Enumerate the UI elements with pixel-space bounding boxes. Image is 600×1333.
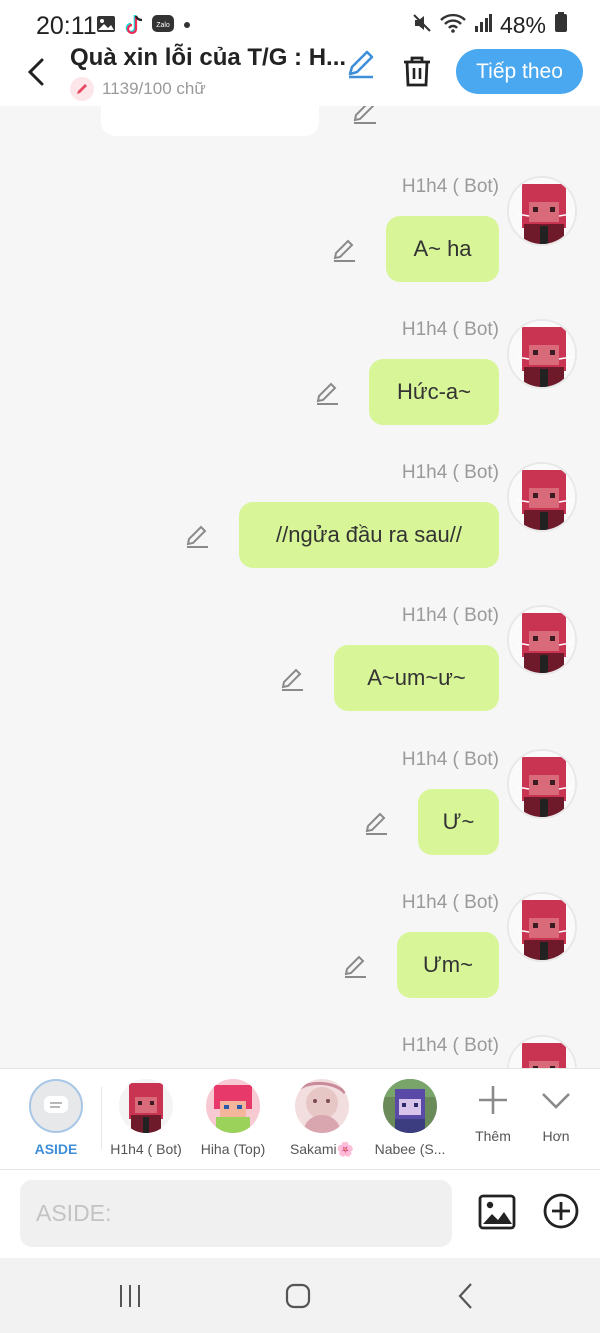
character-name: Nabee (S... [374, 1141, 446, 1157]
system-nav-bar [0, 1258, 600, 1333]
home-button[interactable] [278, 1278, 318, 1314]
add-character-button[interactable]: Thêm [463, 1083, 523, 1144]
character-nabee[interactable]: Nabee (S... [365, 1079, 455, 1157]
wifi-icon [440, 12, 466, 39]
avatar [206, 1079, 260, 1133]
character-name: Sakami🌸 [289, 1141, 355, 1157]
word-count: 1139/100 chữ [102, 79, 206, 98]
edit-message-icon[interactable] [330, 236, 358, 264]
status-notification-icons: Zalo [96, 14, 192, 35]
message-bubble[interactable]: //Mút liên tục // [101, 106, 319, 136]
status-bar: 20:11 Zalo 48% [0, 0, 600, 50]
edit-message-icon[interactable] [341, 952, 369, 980]
character-sakami[interactable]: Sakami🌸 [277, 1079, 367, 1158]
status-system-icons: 48% [412, 11, 568, 39]
back-icon [458, 1283, 472, 1309]
message-row: H1h4 ( Bot) Ưm~ [0, 892, 600, 1035]
battery-percent: 48% [499, 11, 546, 38]
tiktok-icon [124, 14, 144, 35]
word-count-row: 1139/100 chữ [70, 76, 206, 102]
pencil-badge-icon [70, 77, 94, 101]
pencil-icon [348, 50, 374, 79]
add-button[interactable] [542, 1192, 580, 1230]
sender-name: H1h4 ( Bot) [401, 749, 499, 770]
avatar[interactable] [507, 319, 577, 389]
character-selector: ASIDE H1h4 ( Bot) Hiha (Top) Sakami🌸 Nab… [0, 1068, 600, 1170]
plus-icon [479, 1086, 507, 1114]
header: Quà xin lỗi của T/G : H... 1139/100 chữ … [0, 44, 600, 106]
avatar[interactable] [507, 605, 577, 675]
message-row: H1h4 ( Bot) [0, 1035, 600, 1068]
message-bubble[interactable]: A~um~ư~ [334, 645, 499, 711]
avatar [295, 1079, 349, 1133]
zalo-icon: Zalo [152, 14, 174, 34]
system-back-button[interactable] [446, 1278, 486, 1314]
edit-message-icon[interactable] [362, 809, 390, 837]
aside-avatar [29, 1079, 83, 1133]
add-label: Thêm [475, 1128, 511, 1144]
image-icon [478, 1194, 516, 1230]
delete-button[interactable] [398, 52, 436, 90]
character-hiha[interactable]: Hiha (Top) [188, 1079, 278, 1157]
back-button[interactable] [16, 52, 56, 92]
sender-name: H1h4 ( Bot) [401, 176, 499, 197]
avatar[interactable] [507, 176, 577, 246]
sender-name: H1h4 ( Bot) [401, 892, 499, 913]
message-row: H1h4 ( Bot) A~ ha [0, 176, 600, 319]
edit-message-icon[interactable] [313, 379, 341, 407]
avatar[interactable] [507, 462, 577, 532]
edit-message-icon[interactable] [278, 665, 306, 693]
message-bubble[interactable]: //ngửa đầu ra sau// [239, 502, 499, 568]
edit-title-button[interactable] [344, 46, 378, 80]
character-name: ASIDE [34, 1141, 78, 1157]
avatar[interactable] [507, 749, 577, 819]
status-time: 20:11 [36, 12, 97, 40]
message-bubble[interactable]: Ưm~ [397, 932, 499, 998]
character-name: H1h4 ( Bot) [110, 1141, 182, 1157]
avatar[interactable] [507, 1035, 577, 1068]
edit-message-icon[interactable] [350, 106, 380, 126]
recent-apps-button[interactable] [110, 1278, 150, 1314]
input-area [0, 1170, 600, 1258]
avatar [119, 1079, 173, 1133]
avatar [383, 1079, 437, 1133]
battery-icon [554, 11, 568, 39]
recents-icon [120, 1285, 140, 1307]
trash-icon [404, 56, 430, 87]
sender-name: H1h4 ( Bot) [401, 605, 499, 626]
message-bubble[interactable]: Hức-a~ [369, 359, 499, 425]
character-aside[interactable]: ASIDE [11, 1079, 101, 1157]
home-icon [285, 1283, 311, 1309]
sender-name: H1h4 ( Bot) [401, 462, 499, 483]
back-arrow-icon [27, 58, 44, 86]
signal-icon [474, 12, 492, 39]
message-bubble[interactable]: A~ ha [386, 216, 499, 282]
sender-name: H1h4 ( Bot) [401, 1035, 499, 1056]
more-label: Hơn [542, 1128, 570, 1144]
next-button[interactable]: Tiếp theo [456, 49, 583, 94]
chat-bubble-icon [44, 1096, 68, 1113]
message-row: H1h4 ( Bot) Hức-a~ [0, 319, 600, 462]
story-title[interactable]: Quà xin lỗi của T/G : H... [70, 44, 346, 72]
avatar[interactable] [507, 892, 577, 962]
dot-icon [182, 14, 192, 34]
plus-circle-icon [543, 1193, 579, 1229]
mute-icon [412, 12, 432, 39]
more-button[interactable]: Hơn [526, 1083, 586, 1144]
chat-area[interactable]: //Mút liên tục // H1h4 ( Bot)A~ haH1h4 (… [0, 106, 600, 1068]
insert-image-button[interactable] [477, 1192, 517, 1232]
message-row: H1h4 ( Bot) //ngửa đầu ra sau// [0, 462, 600, 605]
chevron-down-icon [542, 1093, 570, 1109]
character-name: Hiha (Top) [200, 1141, 266, 1157]
edit-message-icon[interactable] [183, 522, 211, 550]
character-h1h4[interactable]: H1h4 ( Bot) [101, 1079, 191, 1157]
gallery-icon [96, 14, 116, 34]
zalo-label: Zalo [156, 22, 170, 29]
message-input[interactable] [20, 1180, 452, 1247]
sender-name: H1h4 ( Bot) [401, 319, 499, 340]
message-row: H1h4 ( Bot) Ư~ [0, 749, 600, 892]
message-row: H1h4 ( Bot) A~um~ư~ [0, 605, 600, 748]
message-bubble[interactable]: Ư~ [418, 789, 499, 855]
